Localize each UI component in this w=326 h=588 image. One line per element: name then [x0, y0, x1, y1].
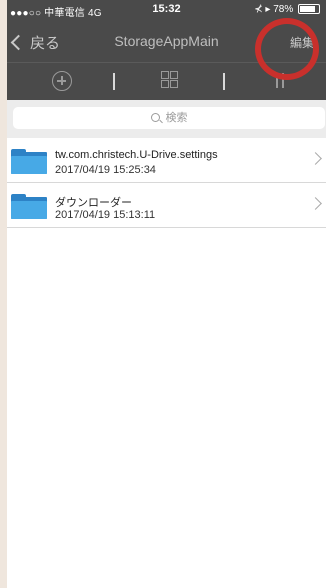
search-input[interactable]: 検索 — [13, 107, 325, 129]
status-bar: ●●●○○ 中華電信 4G 15:32 ⊀ ▸ 78% — [7, 0, 326, 20]
file-name: tw.com.christech.U-Drive.settings — [55, 149, 218, 161]
search-icon — [150, 113, 160, 122]
file-date: 2017/04/19 15:25:34 — [55, 164, 156, 176]
toolbar-divider — [223, 73, 225, 90]
folder-icon — [11, 194, 47, 219]
chevron-right-icon — [309, 152, 322, 165]
file-name: ダウンローダー — [55, 197, 132, 209]
grid-icon[interactable] — [161, 71, 183, 93]
file-list: tw.com.christech.U-Drive.settings 2017/0… — [7, 138, 326, 228]
chevron-right-icon — [309, 197, 322, 210]
highlight-circle — [255, 18, 319, 80]
search-area: 検索 — [7, 100, 326, 138]
list-item[interactable]: ダウンローダー 2017/04/19 15:13:11 — [7, 183, 326, 228]
list-item[interactable]: tw.com.christech.U-Drive.settings 2017/0… — [7, 138, 326, 183]
folder-icon — [11, 149, 47, 174]
battery-icon — [298, 4, 320, 15]
file-date: 2017/04/19 15:13:11 — [55, 209, 156, 221]
search-placeholder: 検索 — [165, 112, 188, 124]
toolbar-divider — [113, 73, 115, 90]
status-right-label: ⊀ ▸ 78% — [254, 4, 294, 15]
plus-circle-icon[interactable] — [52, 71, 74, 93]
phone-screen: ●●●○○ 中華電信 4G 15:32 ⊀ ▸ 78% 戻る StorageAp… — [7, 0, 326, 588]
status-right: ⊀ ▸ 78% — [254, 4, 320, 15]
